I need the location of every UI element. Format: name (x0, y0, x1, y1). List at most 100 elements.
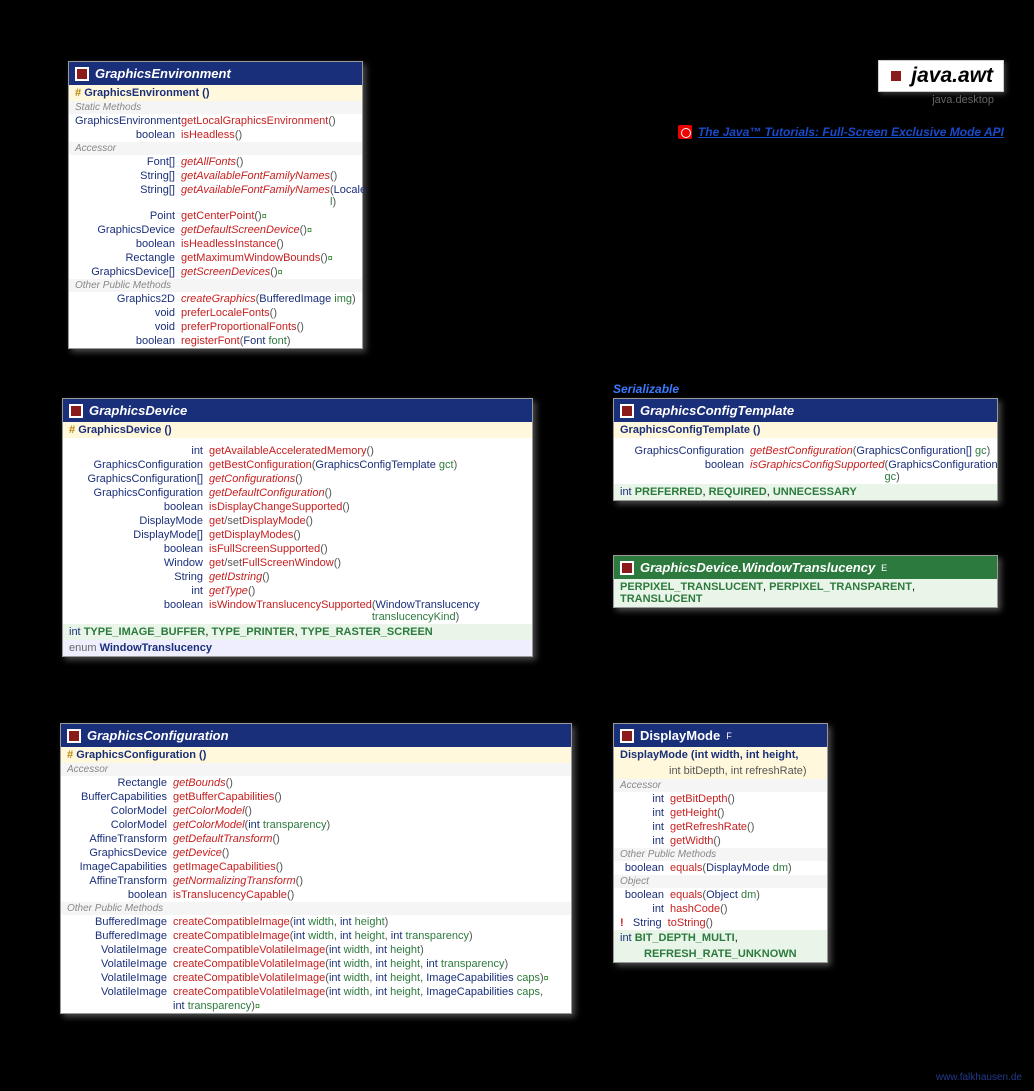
method-row: PointgetCenterPoint () ¤ (69, 209, 362, 223)
method-row: booleanisFullScreenSupported () (63, 542, 532, 556)
class-header: GraphicsEnvironment (69, 62, 362, 85)
enum-window-translucency: GraphicsDevice.WindowTranslucency E PERP… (613, 555, 998, 608)
method-row: intgetRefreshRate () (614, 820, 827, 834)
method-row: VolatileImagecreateCompatibleVolatileIma… (61, 971, 571, 985)
section-accessor: Accessor (614, 779, 827, 792)
section-accessor: Accessor (61, 763, 571, 776)
method-row: Windowget/setFullScreenWindow () (63, 556, 532, 570)
constructor: # GraphicsDevice () (63, 422, 532, 438)
method-row: ColorModelgetColorModel () (61, 804, 571, 818)
method-row: booleanequals (Object dm) (614, 888, 827, 902)
constants: int PREFERRED, REQUIRED, UNNECESSARY (614, 484, 997, 500)
class-icon (620, 729, 634, 743)
method-row: GraphicsDevicegetDevice () (61, 846, 571, 860)
method-row: Graphics2DcreateGraphics (BufferedImage … (69, 292, 362, 306)
class-title: GraphicsConfigTemplate (640, 403, 794, 418)
section-object: Object (614, 875, 827, 888)
class-graphics-environment: GraphicsEnvironment # GraphicsEnvironmen… (68, 61, 363, 349)
method-row: voidpreferProportionalFonts () (69, 320, 362, 334)
method-row: AffineTransformgetNormalizingTransform (… (61, 874, 571, 888)
method-row: booleanisTranslucencyCapable () (61, 888, 571, 902)
constructor: # GraphicsEnvironment () (69, 85, 362, 101)
method-row: VolatileImagecreateCompatibleVolatileIma… (61, 957, 571, 971)
method-row: StringgetIDstring () (63, 570, 532, 584)
enum-header: GraphicsDevice.WindowTranslucency E (614, 556, 997, 579)
constants-cont: REFRESH_RATE_UNKNOWN (614, 946, 827, 962)
constants: int BIT_DEPTH_MULTI, (614, 930, 827, 946)
class-graphics-config-template: GraphicsConfigTemplate GraphicsConfigTem… (613, 398, 998, 501)
class-icon (75, 67, 89, 81)
class-icon (67, 729, 81, 743)
constructor: DisplayMode (int width, int height, (614, 747, 827, 763)
class-title: GraphicsDevice (89, 403, 187, 418)
constructor: # GraphicsConfiguration () (61, 747, 571, 763)
method-row: intgetAvailableAcceleratedMemory () (63, 444, 532, 458)
method-row: DisplayMode[]getDisplayModes () (63, 528, 532, 542)
class-graphics-device: GraphicsDevice # GraphicsDevice () intge… (62, 398, 533, 657)
method-row: GraphicsConfigurationgetBestConfiguratio… (614, 444, 997, 458)
method-row: ImageCapabilitiesgetImageCapabilities () (61, 860, 571, 874)
module-name: java.desktop (878, 94, 1004, 106)
method-row: String[]getAvailableFontFamilyNames (Loc… (69, 183, 362, 209)
package-icon (889, 69, 903, 83)
method-row: GraphicsDevicegetDefaultScreenDevice () … (69, 223, 362, 237)
method-row: BufferedImagecreateCompatibleImage (int … (61, 915, 571, 929)
method-row: intgetBitDepth () (614, 792, 827, 806)
method-row: int transparency) ¤ (61, 999, 571, 1013)
method-row: booleanisHeadlessInstance () (69, 237, 362, 251)
method-row: DisplayModeget/setDisplayMode () (63, 514, 532, 528)
footer-link[interactable]: www.falkhausen.de (936, 1072, 1022, 1083)
tutorial-link[interactable]: The Java™ Tutorials: Full-Screen Exclusi… (698, 125, 1004, 139)
method-row: inthashCode () (614, 902, 827, 916)
method-row: booleanisGraphicsConfigSupported (Graphi… (614, 458, 997, 484)
inner-enum: enum WindowTranslucency (63, 640, 532, 656)
section-other: Other Public Methods (69, 279, 362, 292)
class-icon (69, 404, 83, 418)
method-row: VolatileImagecreateCompatibleVolatileIma… (61, 985, 571, 999)
section-other: Other Public Methods (61, 902, 571, 915)
method-row: intgetWidth () (614, 834, 827, 848)
method-row: RectanglegetBounds () (61, 776, 571, 790)
class-header: GraphicsConfigTemplate (614, 399, 997, 422)
constructor: GraphicsConfigTemplate () (614, 422, 997, 438)
method-row: booleanisHeadless () (69, 128, 362, 142)
method-row: VolatileImagecreateCompatibleVolatileIma… (61, 943, 571, 957)
method-row: intgetHeight () (614, 806, 827, 820)
method-row: ColorModelgetColorModel (int transparenc… (61, 818, 571, 832)
section-static: Static Methods (69, 101, 362, 114)
method-row: booleanisWindowTranslucencySupported (Wi… (63, 598, 532, 624)
package-header: java.awt java.desktop (878, 60, 1004, 106)
class-title: GraphicsEnvironment (95, 66, 231, 81)
method-row: !StringtoString () (614, 916, 827, 930)
class-title: DisplayMode (640, 728, 720, 743)
section-other: Other Public Methods (614, 848, 827, 861)
method-row: booleanisDisplayChangeSupported () (63, 500, 532, 514)
method-row: RectanglegetMaximumWindowBounds () ¤ (69, 251, 362, 265)
oracle-icon (678, 125, 692, 139)
class-header: DisplayMode F (614, 724, 827, 747)
stereotype-serializable: Serializable (613, 382, 679, 396)
tutorial-link-row: The Java™ Tutorials: Full-Screen Exclusi… (678, 125, 1004, 139)
method-row: voidpreferLocaleFonts () (69, 306, 362, 320)
class-icon (620, 404, 634, 418)
class-title: GraphicsDevice.WindowTranslucency (640, 560, 875, 575)
method-row: BufferCapabilitiesgetBufferCapabilities … (61, 790, 571, 804)
method-row: intgetType () (63, 584, 532, 598)
class-header: GraphicsDevice (63, 399, 532, 422)
method-row: booleanregisterFont (Font font) (69, 334, 362, 348)
method-row: BufferedImagecreateCompatibleImage (int … (61, 929, 571, 943)
method-row: AffineTransformgetDefaultTransform () (61, 832, 571, 846)
package-name: java.awt (911, 64, 993, 88)
method-row: GraphicsConfiguration[]getConfigurations… (63, 472, 532, 486)
package-name-box: java.awt (878, 60, 1004, 92)
class-display-mode: DisplayMode F DisplayMode (int width, in… (613, 723, 828, 963)
method-row: String[]getAvailableFontFamilyNames () (69, 169, 362, 183)
class-title: GraphicsConfiguration (87, 728, 229, 743)
method-row: GraphicsDevice[]getScreenDevices () ¤ (69, 265, 362, 279)
constructor-cont: int bitDepth, int refreshRate) (614, 763, 827, 779)
method-row: GraphicsEnvironmentgetLocalGraphicsEnvir… (69, 114, 362, 128)
constants: int TYPE_IMAGE_BUFFER, TYPE_PRINTER, TYP… (63, 624, 532, 640)
enum-constants: PERPIXEL_TRANSLUCENT, PERPIXEL_TRANSPARE… (614, 579, 997, 607)
method-row: GraphicsConfigurationgetDefaultConfigura… (63, 486, 532, 500)
class-graphics-configuration: GraphicsConfiguration # GraphicsConfigur… (60, 723, 572, 1014)
